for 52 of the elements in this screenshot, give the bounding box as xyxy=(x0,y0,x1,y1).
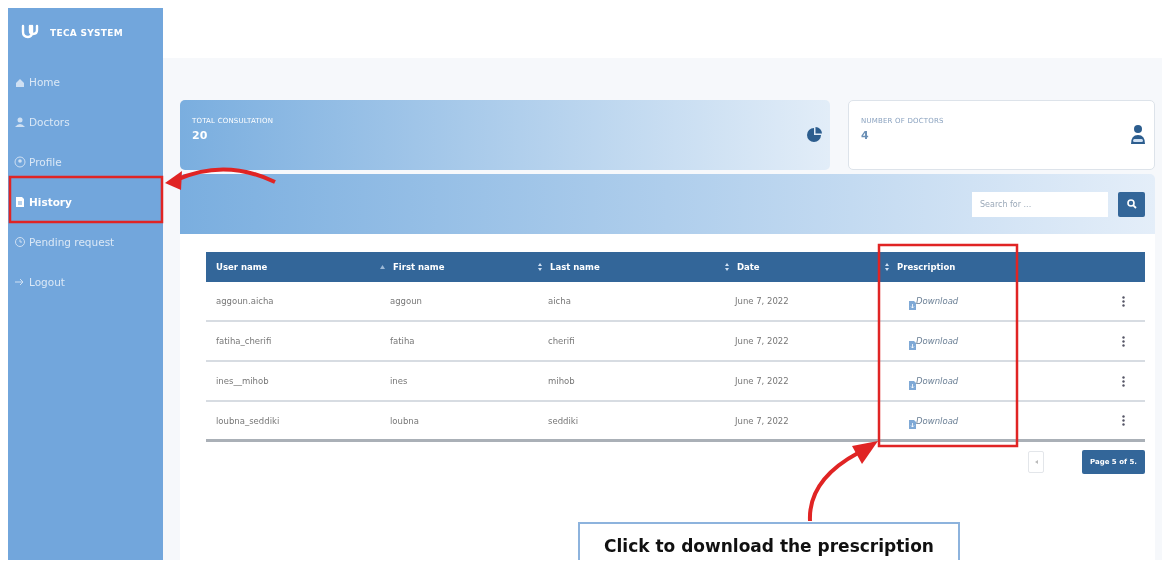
table-cell: seddiki xyxy=(538,402,725,442)
nav-item[interactable]: History xyxy=(8,182,163,222)
table-cell: June 7, 2022 xyxy=(725,322,885,362)
file-download-icon xyxy=(909,420,916,429)
download-link[interactable]: Download xyxy=(909,372,959,390)
download-link[interactable]: Download xyxy=(909,292,959,310)
column-header[interactable]: Prescription xyxy=(885,252,1085,282)
header-bar xyxy=(1085,252,1145,282)
download-link[interactable]: Download xyxy=(909,412,959,429)
table-cell: aggoun xyxy=(380,282,538,322)
callout: Click to download the prescription xyxy=(578,522,960,560)
table-cell: aggoun.aicha xyxy=(206,282,380,322)
sort-arrow-icon[interactable] xyxy=(380,265,385,269)
brand-name: TECA SYSTEM xyxy=(50,28,123,38)
clock-icon xyxy=(14,236,26,248)
column-header[interactable]: Date xyxy=(725,252,885,282)
stat-value: 4 xyxy=(861,128,870,142)
table-cell: loubna xyxy=(380,402,538,442)
search-field[interactable]: Search for ... xyxy=(972,191,1108,217)
doctor-icon xyxy=(1130,124,1146,146)
home-icon xyxy=(14,76,26,88)
profile-icon xyxy=(14,156,26,168)
file-download-icon xyxy=(909,380,916,390)
document-icon xyxy=(14,196,26,208)
search-icon xyxy=(1126,199,1137,209)
table-cell: June 7, 2022 xyxy=(725,282,885,322)
more-options-icon[interactable] xyxy=(1122,335,1125,347)
file-download-icon xyxy=(909,340,916,350)
column-header[interactable]: User name xyxy=(206,252,380,282)
pie-chart-icon xyxy=(806,127,822,143)
table-cell: fatiha xyxy=(380,322,538,362)
download-link[interactable]: Download xyxy=(909,332,959,350)
table-cell: mihob xyxy=(538,362,725,402)
user-icon xyxy=(14,116,26,128)
table-cell: fatiha_cherifi xyxy=(206,322,380,362)
file-download-icon xyxy=(909,300,916,310)
table-cell: June 7, 2022 xyxy=(725,362,885,402)
more-options-icon[interactable] xyxy=(1122,295,1125,307)
table-cell: June 7, 2022 xyxy=(725,402,885,442)
logout-icon xyxy=(14,276,26,288)
stat-value: 20 xyxy=(192,128,209,142)
more-options-icon[interactable] xyxy=(1122,415,1125,426)
search-button[interactable] xyxy=(1118,191,1145,217)
column-header[interactable]: First name xyxy=(380,252,538,282)
column-header[interactable]: Last name xyxy=(538,252,725,282)
table-cell: aicha xyxy=(538,282,725,322)
table-cell: ines xyxy=(380,362,538,402)
more-options-icon[interactable] xyxy=(1122,375,1125,387)
table-cell: cherifi xyxy=(538,322,725,362)
table-cell: loubna_seddiki xyxy=(206,402,380,442)
table-cell: ines__mihob xyxy=(206,362,380,402)
chevron-icon xyxy=(1034,460,1038,464)
